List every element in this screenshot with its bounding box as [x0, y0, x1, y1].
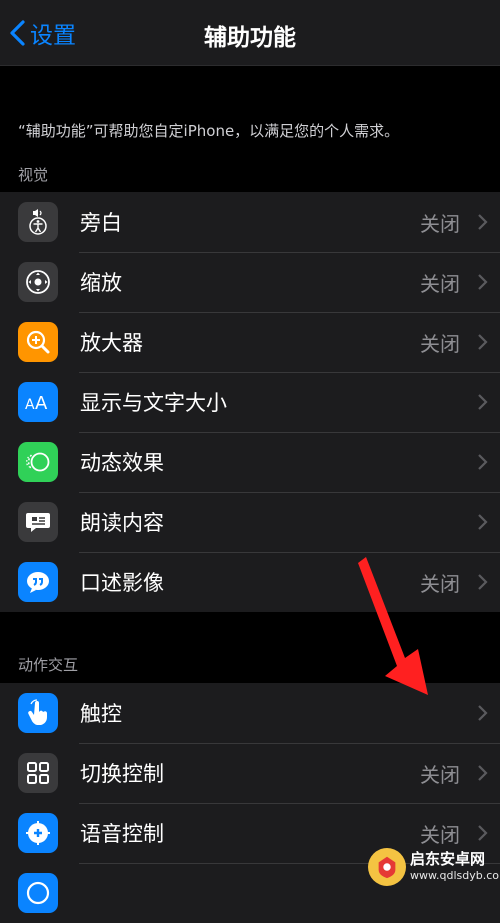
voice-control-icon [18, 813, 58, 853]
row-value: 关闭 [420, 763, 460, 787]
chevron-right-icon [478, 214, 488, 230]
row-label: 显示与文字大小 [80, 391, 227, 415]
row-zoom[interactable]: 缩放 关闭 [0, 252, 500, 312]
page-title: 辅助功能 [204, 25, 296, 51]
touch-icon [18, 693, 58, 733]
row-value: 关闭 [420, 272, 460, 296]
row-magnifier[interactable]: 放大器 关闭 [0, 312, 500, 372]
row-label: 口述影像 [80, 571, 164, 595]
audio-description-icon [18, 562, 58, 602]
magnifier-icon [18, 322, 58, 362]
row-label: 动态效果 [80, 451, 164, 475]
chevron-right-icon [478, 274, 488, 290]
row-value: 关闭 [420, 332, 460, 356]
page-description: “辅助功能”可帮助您自定iPhone，以满足您的个人需求。 [18, 122, 400, 140]
row-value: 关闭 [420, 212, 460, 236]
watermark-logo-icon [368, 848, 406, 886]
motion-icon [18, 442, 58, 482]
row-label: 缩放 [80, 271, 122, 295]
svg-text:A: A [35, 393, 48, 414]
watermark-title: 启东安卓网 [410, 850, 486, 868]
row-display-text-size[interactable]: A A 显示与文字大小 [0, 372, 500, 432]
chevron-right-icon [478, 514, 488, 530]
switch-control-icon [18, 753, 58, 793]
chevron-right-icon [478, 825, 488, 841]
row-value: 关闭 [420, 572, 460, 596]
chevron-right-icon [478, 574, 488, 590]
chevron-right-icon [478, 454, 488, 470]
vision-group: 旁白 关闭 缩放 关闭 放大器 关闭 A A 显示与文字大小 动态效果 朗读内容… [0, 192, 500, 612]
spoken-content-icon [18, 502, 58, 542]
row-switch-control[interactable]: 切换控制 关闭 [0, 743, 500, 803]
chevron-right-icon [478, 765, 488, 781]
navigation-bar: 设置 辅助功能 [0, 0, 500, 66]
watermark-url: www.qdlsdyb.com [410, 869, 500, 882]
row-spoken-content[interactable]: 朗读内容 [0, 492, 500, 552]
zoom-icon [18, 262, 58, 302]
row-label: 触控 [80, 702, 122, 726]
row-label: 朗读内容 [80, 511, 164, 535]
row-voiceover[interactable]: 旁白 关闭 [0, 192, 500, 252]
chevron-right-icon [478, 394, 488, 410]
row-label: 语音控制 [80, 822, 164, 846]
row-audio-descriptions[interactable]: 口述影像 关闭 [0, 552, 500, 612]
text-size-icon: A A [18, 382, 58, 422]
row-label: 放大器 [80, 331, 143, 355]
svg-text:A: A [25, 397, 35, 413]
voiceover-icon [18, 202, 58, 242]
row-label: 切换控制 [80, 762, 164, 786]
side-button-icon [18, 873, 58, 913]
row-motion[interactable]: 动态效果 [0, 432, 500, 492]
row-value: 关闭 [420, 823, 460, 847]
section-header-interaction: 动作交互 [18, 656, 79, 674]
row-label: 旁白 [80, 211, 122, 235]
chevron-right-icon [478, 334, 488, 350]
chevron-right-icon [478, 705, 488, 721]
row-touch[interactable]: 触控 [0, 683, 500, 743]
watermark: 启东安卓网 www.qdlsdyb.com [368, 846, 500, 889]
section-header-vision: 视觉 [18, 166, 49, 184]
